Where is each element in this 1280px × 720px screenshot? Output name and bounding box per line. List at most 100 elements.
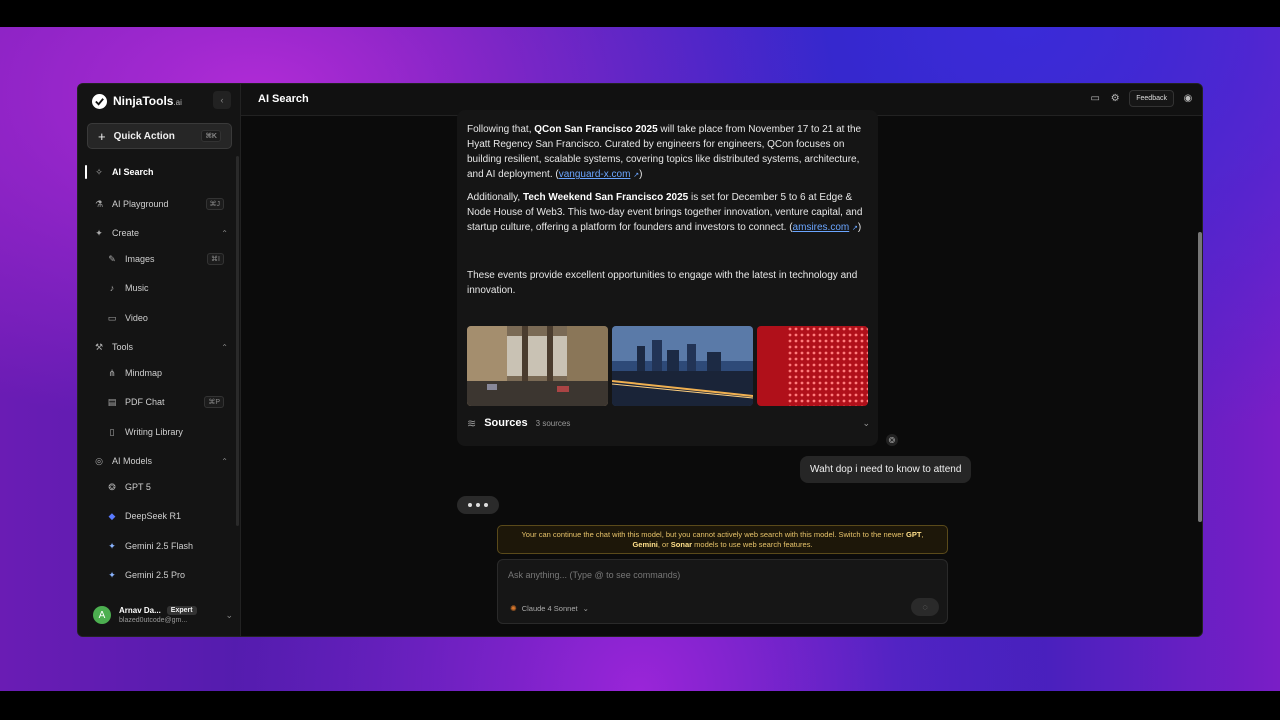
mindmap-icon: ⋔ (108, 367, 116, 378)
models-icon: ◎ (95, 455, 103, 466)
sidebar-item-label: Images (125, 254, 155, 264)
sparkle-icon: ✧ (95, 166, 103, 177)
avatar: A (93, 606, 111, 624)
sidebar-item-label: AI Models (112, 456, 153, 466)
sidebar-item-gemini-pro[interactable]: ✦ Gemini 2.5 Pro (78, 564, 228, 586)
source-link[interactable]: amsires.com (793, 222, 850, 233)
gemini-icon: ✦ (108, 540, 116, 551)
wrench-icon: ⚒ (94, 341, 104, 352)
model-name: Claude 4 Sonnet (521, 604, 578, 613)
sidebar-item-images[interactable]: ✎ Images ⌘I (78, 248, 228, 270)
feedback-button[interactable]: Feedback (1129, 90, 1174, 107)
chevron-up-icon: ⌃ (221, 342, 228, 352)
sidebar-item-label: Gemini 2.5 Flash (125, 541, 194, 551)
user-info: Arnav Da... Expert blazed0utcode@gm... (119, 606, 197, 624)
header-actions: ▭ ⚙ Feedback ◉ (1089, 90, 1194, 107)
brush-icon: ✎ (108, 253, 116, 264)
text: Gemini (632, 540, 658, 549)
sidebar-item-label: Mindmap (125, 368, 163, 378)
sidebar-item-music[interactable]: ♪ Music (78, 277, 228, 299)
user-name-row: Arnav Da... Expert (119, 606, 197, 615)
image-thumbnail[interactable] (757, 326, 868, 406)
flask-icon: ⚗ (94, 198, 104, 209)
text: , (921, 530, 924, 539)
sidebar-item-video[interactable]: ▭ Video (78, 307, 228, 329)
text: GPT (906, 530, 922, 539)
image-thumbnail[interactable] (467, 326, 608, 406)
send-button[interactable]: ◌ (911, 598, 939, 616)
sidebar-item-label: PDF Chat (125, 397, 165, 407)
video-icon: ▭ (107, 312, 117, 323)
quick-action-button[interactable]: + Quick Action ⌘K (87, 123, 232, 149)
image-thumbnail[interactable] (612, 326, 753, 406)
user-email: blazed0utcode@gm... (119, 617, 188, 624)
sidebar-item-ai-playground[interactable]: ⚗ AI Playground ⌘J (78, 193, 228, 215)
sidebar-item-mindmap[interactable]: ⋔ Mindmap (78, 362, 228, 384)
logo[interactable]: NinjaTools.ai (92, 92, 182, 110)
source-link[interactable]: vanguard-x.com (559, 169, 631, 180)
sidebar-item-gpt-5[interactable]: ❂ GPT 5 (78, 476, 228, 498)
chat-input[interactable]: Ask anything... (Type @ to see commands) (508, 570, 680, 580)
sidebar-item-label: AI Search (112, 167, 154, 177)
chevron-down-icon: ⌄ (225, 609, 233, 620)
typing-dot (476, 503, 480, 507)
text: Additionally, (467, 192, 523, 203)
sidebar-item-label: AI Playground (112, 199, 169, 209)
chevron-up-icon: ⌃ (221, 456, 228, 466)
model-warning-banner: Your can continue the chat with this mod… (497, 525, 948, 554)
sidebar-section-create[interactable]: ✦ Create ⌃ (78, 222, 228, 244)
text: Your can continue the chat with this mod… (521, 530, 906, 539)
typing-indicator (457, 496, 499, 514)
sidebar-item-pdf-chat[interactable]: ▤ PDF Chat ⌘P (78, 391, 228, 413)
sidebar-item-writing-library[interactable]: ▯ Writing Library (78, 421, 228, 443)
chat-scrollbar[interactable] (1198, 232, 1202, 522)
book-icon: ▯ (109, 426, 115, 437)
sidebar-section-tools[interactable]: ⚒ Tools ⌃ (78, 336, 228, 358)
collapse-sidebar-button[interactable]: ‹ (213, 91, 231, 109)
sparkles-icon: ✦ (95, 227, 103, 238)
text: models to use web search features. (692, 540, 813, 549)
text: ) (857, 222, 862, 233)
typing-dot (484, 503, 488, 507)
answer-paragraph-3: These events provide excellent opportuni… (467, 270, 858, 296)
user-profile[interactable]: A Arnav Da... Expert blazed0utcode@gm... … (93, 602, 233, 628)
monitor-icon[interactable]: ▭ (1089, 93, 1101, 105)
sources-toggle[interactable]: ≋ Sources 3 sources ⌄ (467, 412, 870, 434)
sidebar: NinjaTools.ai ‹ + Quick Action ⌘K ✧ AI S… (78, 84, 241, 636)
sidebar-scrollbar[interactable] (236, 156, 239, 526)
sidebar-item-label: Create (112, 228, 140, 238)
shortcut-badge: ⌘J (205, 198, 224, 210)
gear-icon[interactable]: ⚙ (1109, 93, 1121, 105)
user-name: Arnav Da... (119, 606, 161, 615)
discord-icon[interactable]: ◉ (1182, 93, 1194, 105)
sources-label: Sources (484, 417, 528, 429)
model-selector[interactable]: ✺ Claude 4 Sonnet ⌄ (510, 604, 589, 613)
event-name: QCon San Francisco 2025 (534, 124, 658, 135)
answer-paragraph-2: Additionally, Tech Weekend San Francisco… (467, 190, 870, 236)
shortcut-badge: ⌘I (207, 253, 224, 265)
sources-count: 3 sources (535, 418, 571, 428)
event-name: Tech Weekend San Francisco 2025 (522, 192, 689, 203)
gemini-icon: ✦ (108, 569, 116, 580)
quick-action-label: Quick Action (113, 130, 175, 142)
quick-action-shortcut: ⌘K (201, 130, 221, 142)
text: , or (657, 540, 671, 549)
chat-composer: Ask anything... (Type @ to see commands)… (497, 559, 948, 624)
plus-icon: + (98, 128, 106, 144)
sidebar-section-ai-models[interactable]: ◎ AI Models ⌃ (78, 450, 228, 472)
loading-icon: ◌ (922, 602, 928, 612)
sidebar-item-label: Music (125, 283, 149, 293)
app-window: NinjaTools.ai ‹ + Quick Action ⌘K ✧ AI S… (77, 83, 1203, 637)
typing-dot (468, 503, 472, 507)
layers-icon: ≋ (467, 417, 477, 430)
chevron-up-icon: ⌃ (221, 228, 228, 238)
sidebar-item-ai-search[interactable]: ✧ AI Search (78, 161, 228, 183)
sidebar-item-gemini-flash[interactable]: ✦ Gemini 2.5 Flash (78, 535, 228, 557)
sidebar-item-label: Gemini 2.5 Pro (125, 570, 186, 580)
page-title: AI Search (258, 93, 309, 105)
user-message: Waht dop i need to know to attend (800, 456, 972, 483)
model-avatar-icon: ❂ (886, 434, 898, 446)
chevron-down-icon: ⌄ (582, 604, 589, 613)
chat-area: Following that, QCon San Francisco 2025 … (241, 110, 1202, 636)
sidebar-item-deepseek-r1[interactable]: ◆ DeepSeek R1 (78, 505, 228, 527)
